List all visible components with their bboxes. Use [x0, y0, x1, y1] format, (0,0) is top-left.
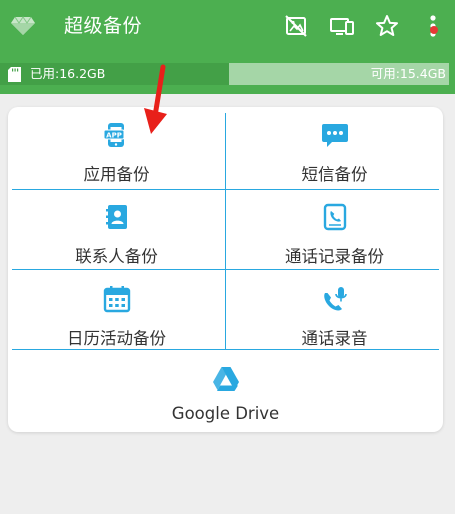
app-icon: APP — [103, 123, 124, 147]
grid-divider-row-3 — [12, 349, 439, 350]
diamond-logo-icon — [11, 16, 35, 35]
more-vert-icon — [430, 15, 436, 37]
device-switch-button[interactable] — [329, 13, 355, 39]
call-record-item[interactable]: 通话录音 — [226, 271, 443, 350]
app-backup-label: 应用备份 — [83, 165, 150, 184]
call-log-backup-item[interactable]: 通话记录备份 — [226, 189, 443, 269]
favorite-button[interactable] — [374, 13, 400, 39]
image-off-button[interactable] — [283, 13, 309, 39]
contacts-backup-label: 联系人备份 — [75, 247, 158, 266]
backup-menu-card: APP 应用备份 短信备份 联系人备份 通话记录备份 日历活动备份 通话录音 G… — [8, 107, 443, 432]
call-log-icon — [323, 203, 346, 231]
google-drive-label: Google Drive — [171, 404, 280, 423]
app-bar: 超级备份 — [0, 0, 455, 58]
calendar-backup-label: 日历活动备份 — [67, 329, 166, 348]
storage-section: 已用:16.2GB 可用:15.4GB — [0, 58, 455, 94]
more-menu-button[interactable] — [420, 13, 446, 39]
call-record-icon — [323, 287, 347, 311]
contacts-icon — [105, 205, 127, 229]
grid-divider-vertical — [225, 113, 226, 349]
google-drive-item[interactable]: Google Drive — [8, 350, 443, 432]
sms-icon — [321, 124, 348, 147]
device-switch-icon — [330, 18, 354, 35]
grid-divider-row-2 — [12, 269, 439, 270]
star-icon — [376, 15, 398, 36]
call-record-label: 通话录音 — [301, 329, 368, 348]
contacts-backup-item[interactable]: 联系人备份 — [8, 189, 225, 269]
calendar-backup-item[interactable]: 日历活动备份 — [8, 271, 225, 350]
storage-bar: 已用:16.2GB 可用:15.4GB — [0, 63, 449, 85]
sms-backup-label: 短信备份 — [301, 165, 368, 184]
call-log-backup-label: 通话记录备份 — [285, 247, 384, 266]
calendar-icon — [103, 286, 130, 313]
storage-free-label: 可用:15.4GB — [370, 66, 446, 81]
grid-divider-row-1 — [12, 189, 439, 190]
page-title: 超级备份 — [64, 15, 143, 37]
sms-backup-item[interactable]: 短信备份 — [226, 107, 443, 187]
sd-card-icon — [8, 67, 21, 82]
storage-used-label: 已用:16.2GB — [30, 66, 106, 81]
app-backup-item[interactable]: APP 应用备份 — [8, 107, 225, 187]
image-off-icon — [285, 15, 307, 37]
google-drive-icon — [212, 367, 239, 391]
svg-text:APP: APP — [106, 131, 122, 139]
